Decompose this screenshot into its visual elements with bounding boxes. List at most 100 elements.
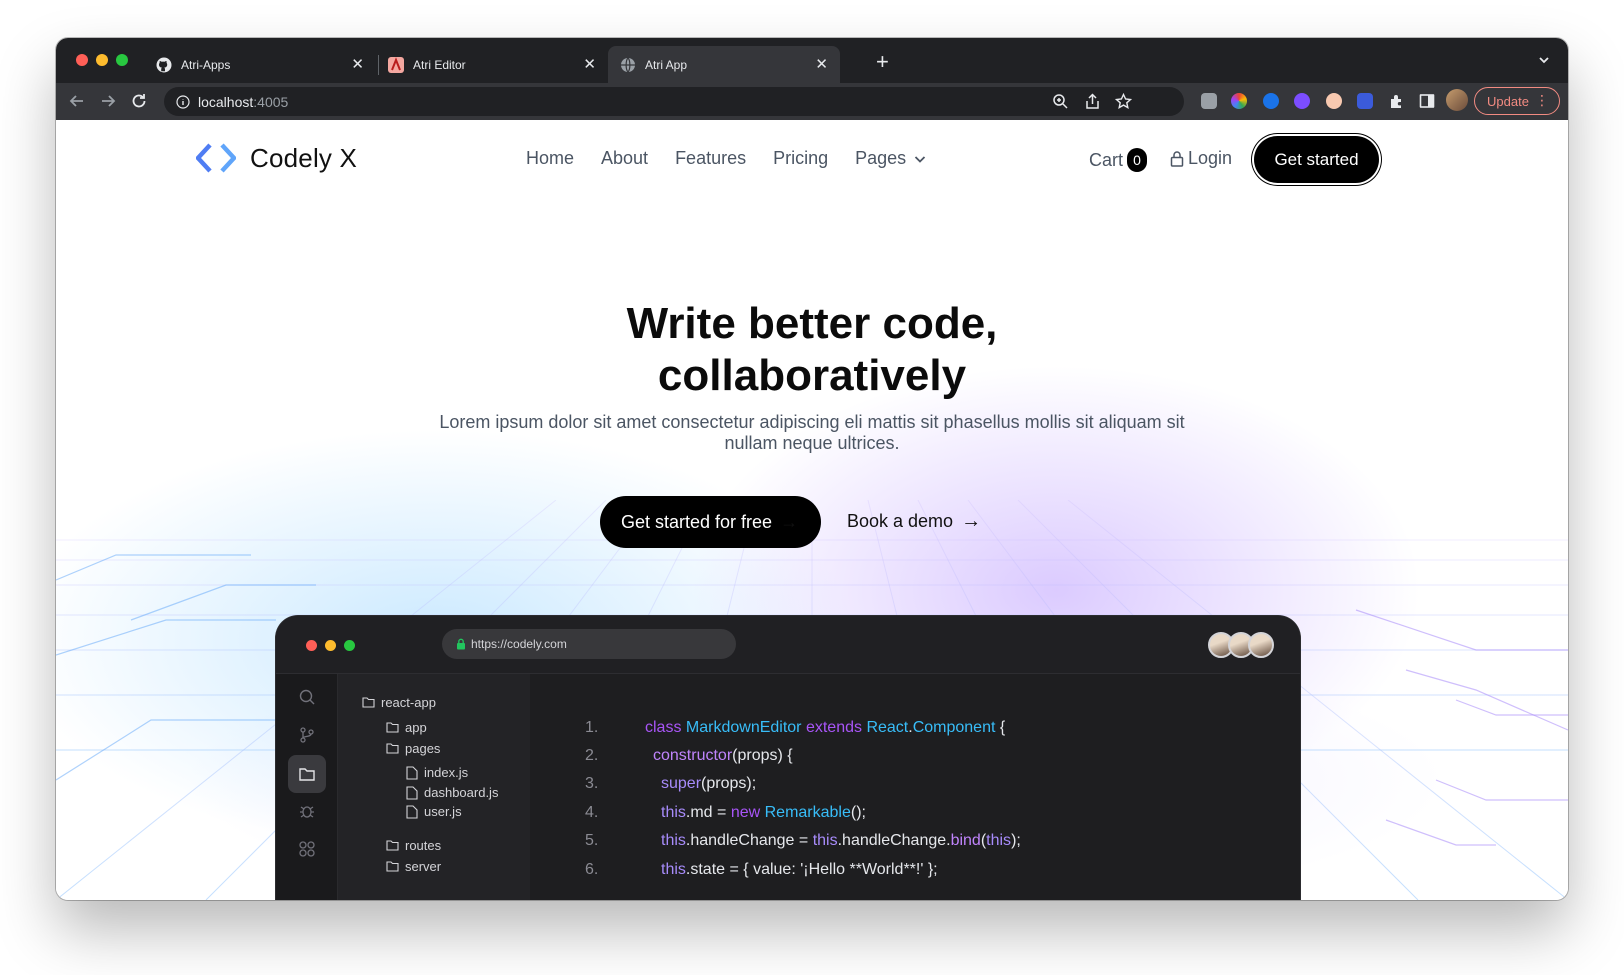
- tree-file-index[interactable]: index.js: [406, 765, 468, 780]
- code-token: this: [661, 804, 686, 821]
- close-tab-icon[interactable]: ✕: [351, 57, 364, 72]
- minimize-window-button[interactable]: [96, 54, 108, 66]
- extension-icon[interactable]: [1201, 93, 1217, 109]
- login-link[interactable]: Login: [1170, 148, 1232, 169]
- nav-about[interactable]: About: [601, 148, 648, 169]
- get-started-free-label: Get started for free: [621, 511, 773, 532]
- blocks-extension-icon[interactable]: [1357, 93, 1373, 109]
- code-line-6: this.state = { value: '¡Hello **World**!…: [661, 861, 938, 879]
- file-icon: [406, 765, 418, 780]
- share-icon[interactable]: [1084, 93, 1101, 110]
- tab-search-chevron-icon[interactable]: [1538, 54, 1550, 66]
- browser-window: Atri-Apps ✕ Atri Editor ✕ Atri App ✕ + l…: [56, 38, 1568, 900]
- site-info-icon[interactable]: [176, 94, 190, 109]
- nav-home[interactable]: Home: [526, 148, 574, 169]
- main-menu: Home About Features Pricing Pages: [526, 148, 954, 169]
- code-token: );: [1011, 832, 1021, 849]
- more-menu-icon[interactable]: ⋮: [1535, 93, 1549, 107]
- tree-label: pages: [405, 741, 441, 756]
- cart-count-badge: 0: [1127, 148, 1148, 172]
- address-bar[interactable]: localhost:4005: [164, 87, 1184, 116]
- get-started-button[interactable]: Get started: [1254, 136, 1379, 183]
- editor-maximize-dot: [344, 640, 355, 651]
- line-number: 2.: [585, 747, 599, 764]
- profile-avatar[interactable]: [1446, 89, 1468, 111]
- line-number: 6.: [585, 861, 599, 878]
- zoom-icon[interactable]: [1052, 93, 1069, 110]
- line-number: 1.: [585, 719, 599, 736]
- get-started-free-button[interactable]: Get started for free →: [600, 496, 821, 548]
- code-token: .state = { value: '¡Hello **World**!' };: [685, 861, 938, 878]
- git-branch-icon: [300, 727, 314, 743]
- search-icon: [299, 689, 315, 705]
- cart-link[interactable]: Cart 0: [1089, 148, 1148, 172]
- nav-pages-dropdown[interactable]: Pages: [855, 148, 927, 169]
- code-token: this: [661, 832, 686, 849]
- code-line-4: this.md = new Remarkable();: [661, 804, 866, 822]
- code-token: ();: [850, 804, 866, 821]
- nav-pricing[interactable]: Pricing: [773, 148, 828, 169]
- editor-minimize-dot: [325, 640, 336, 651]
- tree-label: react-app: [381, 695, 436, 710]
- code-token: {: [995, 719, 1006, 736]
- hero-subtitle: Lorem ipsum dolor sit amet consectetur a…: [439, 412, 1185, 453]
- tree-label: dashboard.js: [424, 785, 499, 800]
- update-button[interactable]: Update ⋮: [1474, 87, 1560, 115]
- folder-icon: [386, 861, 399, 872]
- maximize-window-button[interactable]: [116, 54, 128, 66]
- tab-atri-editor[interactable]: Atri Editor ✕: [376, 46, 608, 83]
- forward-arrow-icon[interactable]: [99, 92, 117, 110]
- tree-file-user[interactable]: user.js: [406, 804, 462, 819]
- tree-file-dashboard[interactable]: dashboard.js: [406, 785, 498, 800]
- code-brackets-logo-icon: [196, 143, 236, 173]
- nav-features[interactable]: Features: [675, 148, 746, 169]
- arrow-right-icon: →: [961, 510, 982, 532]
- tab-atri-app[interactable]: Atri App ✕: [608, 46, 840, 83]
- droplet-extension-icon[interactable]: [1263, 93, 1279, 109]
- bookmark-star-icon[interactable]: [1115, 93, 1132, 110]
- tree-folder-react-app[interactable]: react-app: [362, 695, 436, 710]
- book-demo-link[interactable]: Book a demo →: [847, 510, 981, 533]
- login-label: Login: [1188, 148, 1233, 168]
- tree-folder-server[interactable]: server: [386, 859, 441, 874]
- brain-extension-icon[interactable]: [1294, 93, 1310, 109]
- line-number: 4.: [585, 804, 599, 821]
- folder-icon: [386, 722, 399, 733]
- new-tab-button[interactable]: +: [876, 51, 889, 73]
- tab-atri-apps[interactable]: Atri-Apps ✕: [144, 46, 376, 83]
- url-port: :4005: [253, 93, 289, 110]
- brand-logo[interactable]: Codely X: [196, 142, 357, 174]
- chevron-down-icon: [915, 155, 926, 163]
- color-picker-extension-icon[interactable]: [1231, 93, 1247, 109]
- face-extension-icon[interactable]: [1326, 93, 1342, 109]
- code-token: .md =: [685, 804, 731, 821]
- url-host: localhost: [198, 93, 254, 110]
- hero-title-line1: Write better code,: [626, 299, 998, 348]
- close-tab-icon[interactable]: ✕: [815, 57, 828, 72]
- side-panel-icon[interactable]: [1419, 93, 1435, 109]
- code-token: React: [866, 719, 909, 736]
- hero-title-line2: collaboratively: [657, 351, 967, 400]
- tree-folder-routes[interactable]: routes: [386, 838, 441, 853]
- atri-icon: [388, 56, 404, 73]
- code-line-5: this.handleChange = this.handleChange.bi…: [661, 832, 1021, 850]
- code-token: Remarkable: [764, 804, 851, 821]
- book-demo-label: Book a demo: [847, 511, 954, 531]
- code-token: bind: [950, 832, 981, 849]
- close-tab-icon[interactable]: ✕: [583, 57, 596, 72]
- tree-folder-app[interactable]: app: [386, 720, 427, 735]
- nav-pages-label: Pages: [855, 148, 907, 168]
- reload-icon[interactable]: [130, 92, 148, 110]
- code-token: constructor: [653, 747, 733, 764]
- update-label: Update: [1487, 93, 1529, 109]
- extensions-puzzle-icon[interactable]: [1388, 93, 1404, 109]
- tree-folder-pages[interactable]: pages: [386, 741, 440, 756]
- code-token: (props);: [701, 775, 757, 792]
- tree-label: routes: [405, 838, 442, 853]
- arrow-right-icon: →: [780, 511, 799, 532]
- code-line-1: class MarkdownEditor extends React.Compo…: [645, 719, 1005, 737]
- back-arrow-icon[interactable]: [68, 92, 86, 110]
- close-window-button[interactable]: [76, 54, 88, 66]
- code-token: .handleChange =: [685, 832, 813, 849]
- code-token: this: [812, 832, 838, 849]
